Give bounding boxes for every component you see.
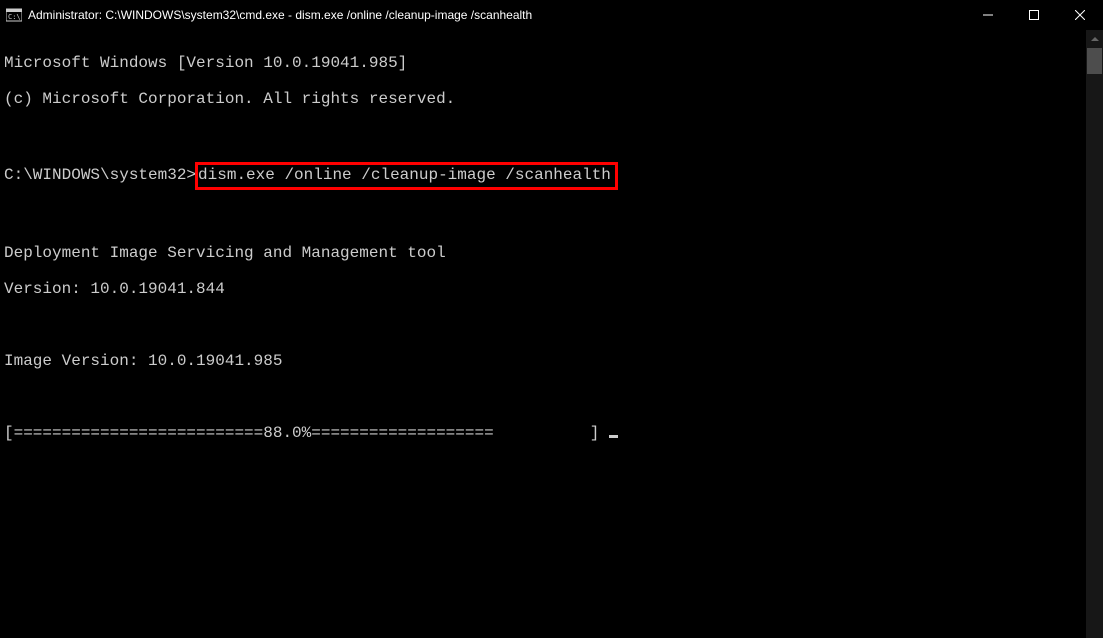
progress-text: [==========================88.0%========… (4, 424, 609, 442)
prompt-line: C:\WINDOWS\system32>dism.exe /online /cl… (4, 162, 1082, 190)
maximize-button[interactable] (1011, 0, 1057, 30)
command-highlight: dism.exe /online /cleanup-image /scanhea… (195, 162, 618, 190)
output-line: Image Version: 10.0.19041.985 (4, 352, 1082, 370)
output-blank (4, 316, 1082, 334)
output-blank (4, 208, 1082, 226)
cursor (609, 435, 618, 438)
vertical-scrollbar[interactable] (1086, 30, 1103, 638)
cmd-icon: C:\ (6, 7, 22, 23)
progress-line: [==========================88.0%========… (4, 424, 1082, 442)
output-line: Version: 10.0.19041.844 (4, 280, 1082, 298)
output-line: Deployment Image Servicing and Managemen… (4, 244, 1082, 262)
output-blank (4, 126, 1082, 144)
output-blank (4, 388, 1082, 406)
window-title: Administrator: C:\WINDOWS\system32\cmd.e… (28, 8, 532, 22)
terminal-output[interactable]: Microsoft Windows [Version 10.0.19041.98… (0, 30, 1086, 638)
minimize-button[interactable] (965, 0, 1011, 30)
window-titlebar[interactable]: C:\ Administrator: C:\WINDOWS\system32\c… (0, 0, 1103, 30)
scrollbar-thumb[interactable] (1087, 48, 1102, 74)
command-text: dism.exe /online /cleanup-image /scanhea… (198, 166, 611, 184)
prompt-text: C:\WINDOWS\system32> (4, 166, 196, 184)
scrollbar-up-arrow-icon[interactable] (1086, 30, 1103, 47)
output-line: (c) Microsoft Corporation. All rights re… (4, 90, 1082, 108)
window-controls (965, 0, 1103, 30)
close-button[interactable] (1057, 0, 1103, 30)
output-line: Microsoft Windows [Version 10.0.19041.98… (4, 54, 1082, 72)
svg-text:C:\: C:\ (8, 13, 21, 21)
